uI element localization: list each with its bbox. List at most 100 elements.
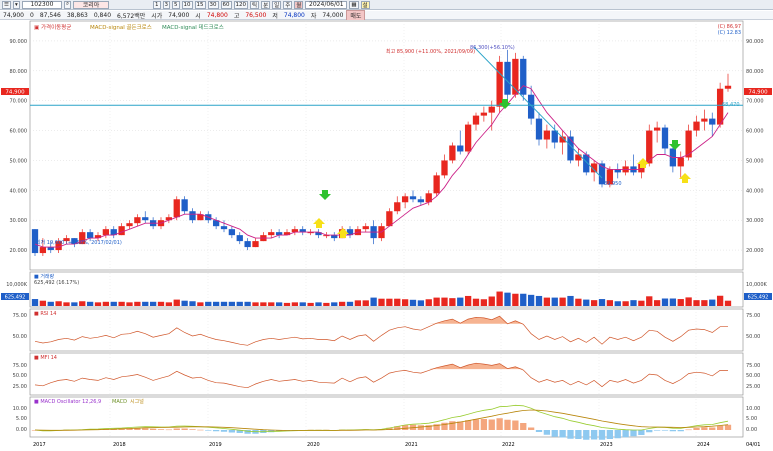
stock-name-field[interactable]: 코리아	[73, 0, 110, 9]
price-tag-left: 74,900	[5, 90, 25, 96]
macd-osc-bar	[480, 419, 488, 430]
volume-bar	[480, 299, 488, 306]
period-1-button[interactable]: 1	[153, 0, 161, 9]
period-3-button[interactable]: 3	[162, 0, 171, 9]
volume-bar	[559, 297, 566, 306]
tab-minute[interactable]: 분	[261, 0, 271, 9]
x-label-2024: 2024	[697, 442, 710, 448]
macd-osc-bar	[583, 430, 590, 440]
macd-osc-bar	[496, 418, 503, 430]
trend-end-annotation: 39,950	[604, 181, 622, 187]
price-ytick-label-right: 20.000	[746, 248, 764, 254]
volume-bar	[693, 300, 700, 306]
sell-tag[interactable]: 매도	[346, 9, 366, 21]
volume-bar	[590, 300, 598, 306]
volume-bar	[94, 302, 102, 306]
stock-chart[interactable]: 20.000 20.000 30.000 30.000 40.000 40.000 50.0…	[0, 20, 773, 451]
quote-low-label: 저	[272, 12, 278, 20]
mfi-ytick-50-right: 50.00	[746, 373, 760, 379]
chart-background	[0, 20, 773, 451]
macd-osc-bar	[488, 419, 495, 430]
volume-bar	[622, 301, 629, 306]
peak-annotation: 86,300(+56.10%)	[470, 45, 515, 51]
macd-osc-bar	[598, 430, 606, 440]
chevron-down-icon[interactable]: ▾	[12, 0, 20, 9]
tab-month[interactable]: 월	[294, 0, 304, 9]
date-input[interactable]: 2024/06/01	[305, 0, 348, 9]
volume-bar	[228, 301, 236, 306]
quote-open: 74,900	[168, 11, 190, 19]
candle-body	[441, 160, 448, 176]
period-5-button[interactable]: 5	[172, 0, 180, 9]
volume-bar	[638, 300, 645, 306]
candle-body	[142, 217, 149, 221]
quote-change-rate: 87,546	[39, 11, 61, 19]
stock-code-input[interactable]: 102300	[21, 0, 62, 9]
volume-bar	[646, 296, 653, 306]
volume-bar	[598, 299, 606, 306]
volume-bar	[275, 302, 283, 306]
candle-body	[472, 115, 480, 125]
quote-price: 74,900	[3, 11, 24, 19]
macd-osc-bar	[212, 430, 220, 432]
volume-bar	[512, 293, 519, 306]
candle-body	[543, 130, 551, 140]
candle-body	[614, 169, 621, 173]
candle-body	[220, 226, 228, 230]
volume-bar	[236, 301, 243, 306]
volume-ytick-left: 10,000K	[6, 282, 27, 288]
volume-bar	[685, 297, 692, 306]
settings-button[interactable]: 설	[360, 0, 370, 9]
volume-title: ■ 거래량	[34, 273, 55, 280]
volume-bar	[614, 301, 621, 306]
macd-osc-bar	[205, 430, 212, 431]
quote-high: 74,800	[206, 11, 228, 19]
tab-week[interactable]: 주	[283, 0, 293, 9]
calendar-icon[interactable]: ▦	[349, 0, 359, 9]
volume-bar	[331, 302, 338, 306]
volume-bar	[488, 296, 495, 306]
high-annotation: 최고 85,900 (+11.00%, 2021/09/09)	[386, 48, 475, 55]
period-120-button[interactable]: 120	[233, 0, 249, 9]
period-15-button[interactable]: 15	[194, 0, 206, 9]
volume-bar	[433, 297, 440, 306]
period-30-button[interactable]: 30	[207, 0, 219, 9]
period-10-button[interactable]: 10	[181, 0, 193, 9]
volume-bar	[79, 301, 86, 306]
candle-body	[228, 229, 236, 236]
x-label-end: 04/01	[746, 442, 760, 448]
period-60-button[interactable]: 60	[220, 0, 232, 9]
quote-volume: 38,863	[66, 11, 88, 19]
search-icon[interactable]: ⌕	[63, 0, 72, 9]
candle-body	[252, 241, 259, 248]
macd-osc-bar	[527, 427, 535, 430]
x-label-2022: 2022	[502, 442, 515, 448]
volume-bar	[291, 302, 299, 306]
tab-tick[interactable]: 틱	[250, 0, 260, 9]
volume-bar	[606, 300, 614, 306]
rsi-ytick-50: 50.00	[13, 334, 27, 340]
volume-bar	[504, 292, 511, 306]
macd-osc-bar	[622, 430, 629, 438]
volume-bar	[716, 295, 724, 306]
price-ytick-label: 30.000	[10, 218, 28, 224]
macd-osc-bar	[685, 429, 692, 431]
candle-body	[677, 157, 684, 167]
tab-day[interactable]: 일	[272, 0, 282, 9]
quote-close: 74,000	[322, 11, 344, 19]
price-tag-right: 74,900	[748, 90, 768, 96]
volume-bar	[527, 294, 535, 306]
macd-ytick-5-right: 5.00	[746, 416, 757, 422]
volume-bar	[535, 295, 543, 306]
price-ytick-label-right: 50.000	[746, 158, 764, 164]
candle-body	[575, 154, 582, 161]
legend-dead-cross: MACD-signal 데드크로스	[162, 23, 224, 31]
rsi-ytick-75: 75.00	[13, 313, 27, 319]
candle-body	[709, 118, 716, 125]
volume-bar	[149, 301, 157, 306]
volume-bar	[464, 295, 472, 306]
menu-icon[interactable]: ☰	[2, 0, 11, 9]
macd-osc-bar	[701, 427, 708, 430]
volume-bar	[63, 302, 70, 306]
macd-osc-bar	[520, 423, 527, 430]
